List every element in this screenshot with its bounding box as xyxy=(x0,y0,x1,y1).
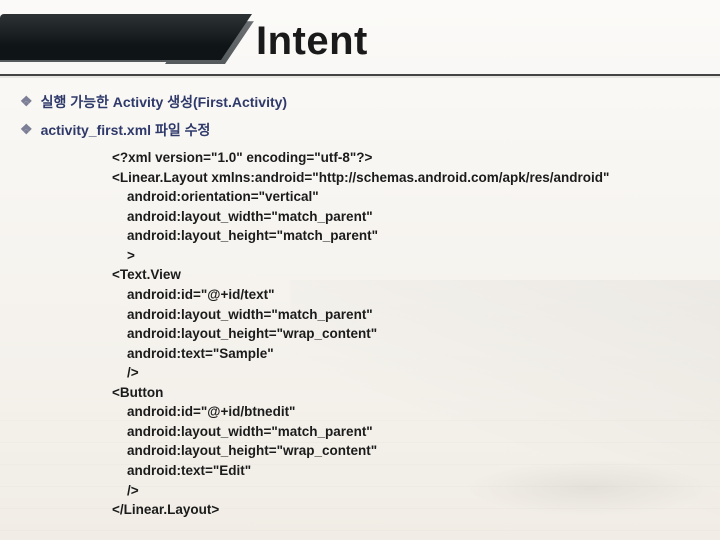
diamond-bullet-icon: ❖ xyxy=(20,120,33,138)
bullet-item: ❖ activity_first.xml 파일 수정 xyxy=(20,120,700,140)
diamond-bullet-icon: ❖ xyxy=(20,92,33,110)
slide: Intent ❖ 실행 가능한 Activity 생성(First.Activi… xyxy=(0,0,720,540)
title-ribbon-front xyxy=(0,14,186,60)
bullet-text: 실행 가능한 Activity 생성(First.Activity) xyxy=(41,92,288,112)
bullet-text: activity_first.xml 파일 수정 xyxy=(41,120,211,140)
xml-code-block: <?xml version="1.0" encoding="utf-8"?> <… xyxy=(112,148,700,520)
slide-title: Intent xyxy=(256,14,716,68)
title-underline xyxy=(0,74,720,78)
title-bar: Intent xyxy=(0,14,720,74)
bullet-item: ❖ 실행 가능한 Activity 생성(First.Activity) xyxy=(20,92,700,112)
slide-content: ❖ 실행 가능한 Activity 생성(First.Activity) ❖ a… xyxy=(20,92,700,520)
